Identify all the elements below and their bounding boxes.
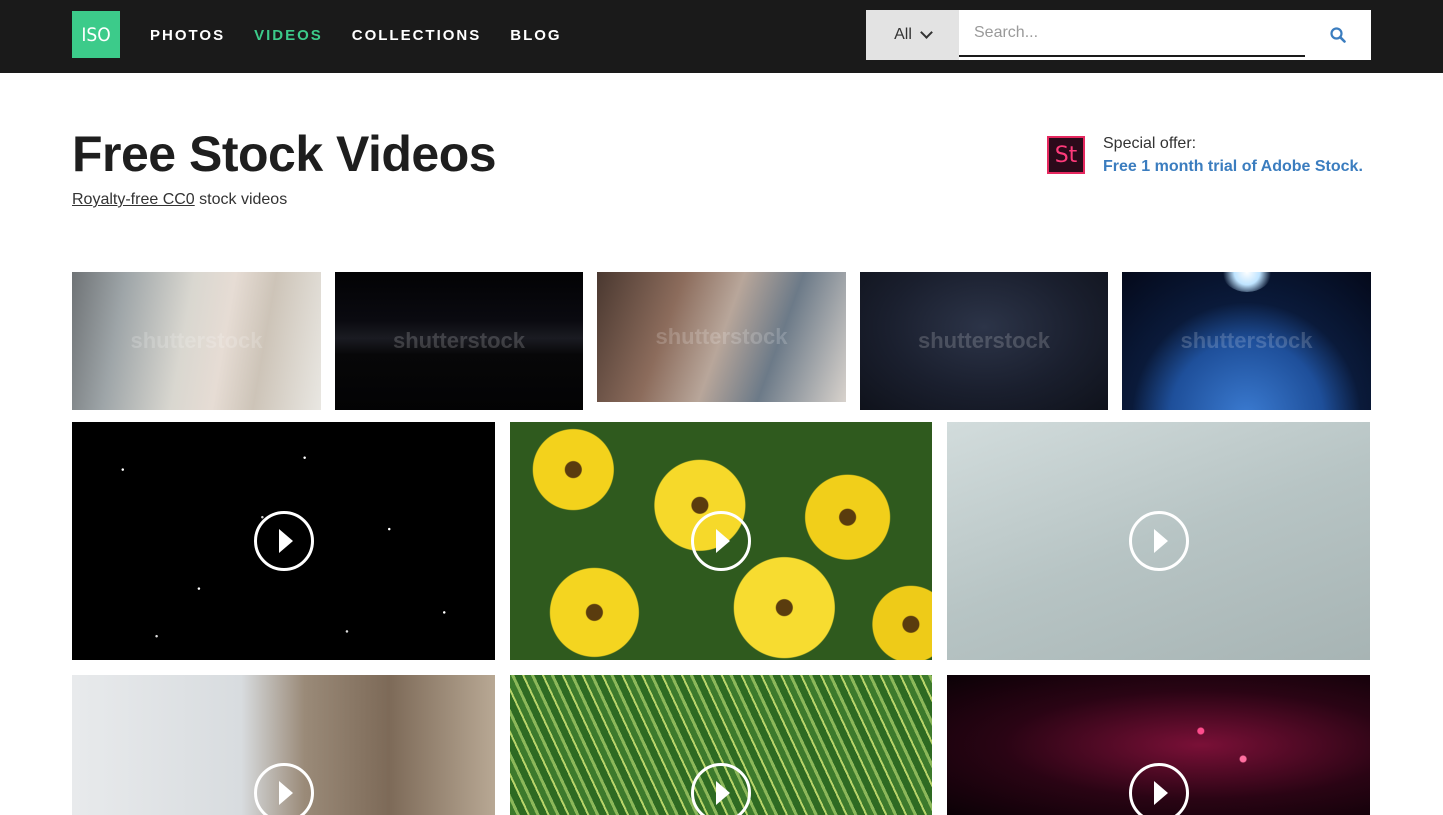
subtitle-text: stock videos (194, 191, 288, 208)
video-thumbnail[interactable]: shutterstock (335, 272, 583, 410)
video-thumbnail[interactable] (72, 675, 495, 815)
nav-blog[interactable]: BLOG (510, 26, 561, 46)
video-thumbnail[interactable]: shutterstock (597, 272, 846, 402)
play-icon[interactable] (1128, 511, 1189, 571)
play-icon[interactable] (253, 511, 314, 571)
royalty-free-link[interactable]: Royalty-free CC0 (72, 191, 195, 208)
page-subtitle: Royalty-free CC0 stock videos (72, 191, 287, 209)
adobe-stock-icon: St (1047, 136, 1085, 174)
watermark-text: shutterstock (392, 328, 526, 353)
watermark-text: shutterstock (1180, 328, 1313, 353)
video-thumbnail[interactable] (510, 675, 932, 815)
site-logo[interactable]: ISO (72, 11, 120, 58)
watermark-text: shutterstock (917, 328, 1051, 353)
video-thumbnail[interactable] (72, 422, 495, 660)
watermark-text: shutterstock (130, 328, 263, 353)
search-icon (1330, 27, 1346, 43)
main-nav: PHOTOS VIDEOS COLLECTIONS BLOG (150, 26, 591, 46)
play-icon[interactable] (691, 763, 751, 815)
play-icon[interactable] (253, 763, 314, 815)
nav-videos[interactable]: VIDEOS (254, 26, 323, 46)
page-title: Free Stock Videos (72, 126, 497, 182)
play-icon[interactable] (1128, 763, 1189, 815)
search-scope-label: All (894, 26, 912, 43)
video-thumbnail[interactable]: shutterstock (1122, 272, 1371, 410)
video-thumbnail[interactable]: shutterstock (860, 272, 1108, 410)
nav-photos[interactable]: PHOTOS (150, 26, 225, 46)
video-thumbnail[interactable]: shutterstock (72, 272, 321, 410)
video-thumbnail[interactable] (510, 422, 932, 660)
offer-label: Special offer: (1103, 135, 1197, 152)
search-input[interactable] (959, 10, 1305, 57)
search-bar: All (866, 10, 1371, 60)
earth-glow (1222, 272, 1272, 292)
play-icon[interactable] (691, 511, 751, 571)
adobe-stock-offer-link[interactable]: Free 1 month trial of Adobe Stock. (1103, 158, 1363, 176)
video-thumbnail[interactable] (947, 675, 1370, 815)
chevron-down-icon (920, 26, 933, 39)
watermark-text: shutterstock (655, 324, 788, 349)
search-scope-dropdown[interactable]: All (866, 10, 959, 60)
search-button[interactable] (1305, 10, 1371, 60)
top-bar: ISO PHOTOS VIDEOS COLLECTIONS BLOG All (0, 0, 1443, 73)
video-thumbnail[interactable] (947, 422, 1370, 660)
nav-collections[interactable]: COLLECTIONS (352, 26, 482, 46)
